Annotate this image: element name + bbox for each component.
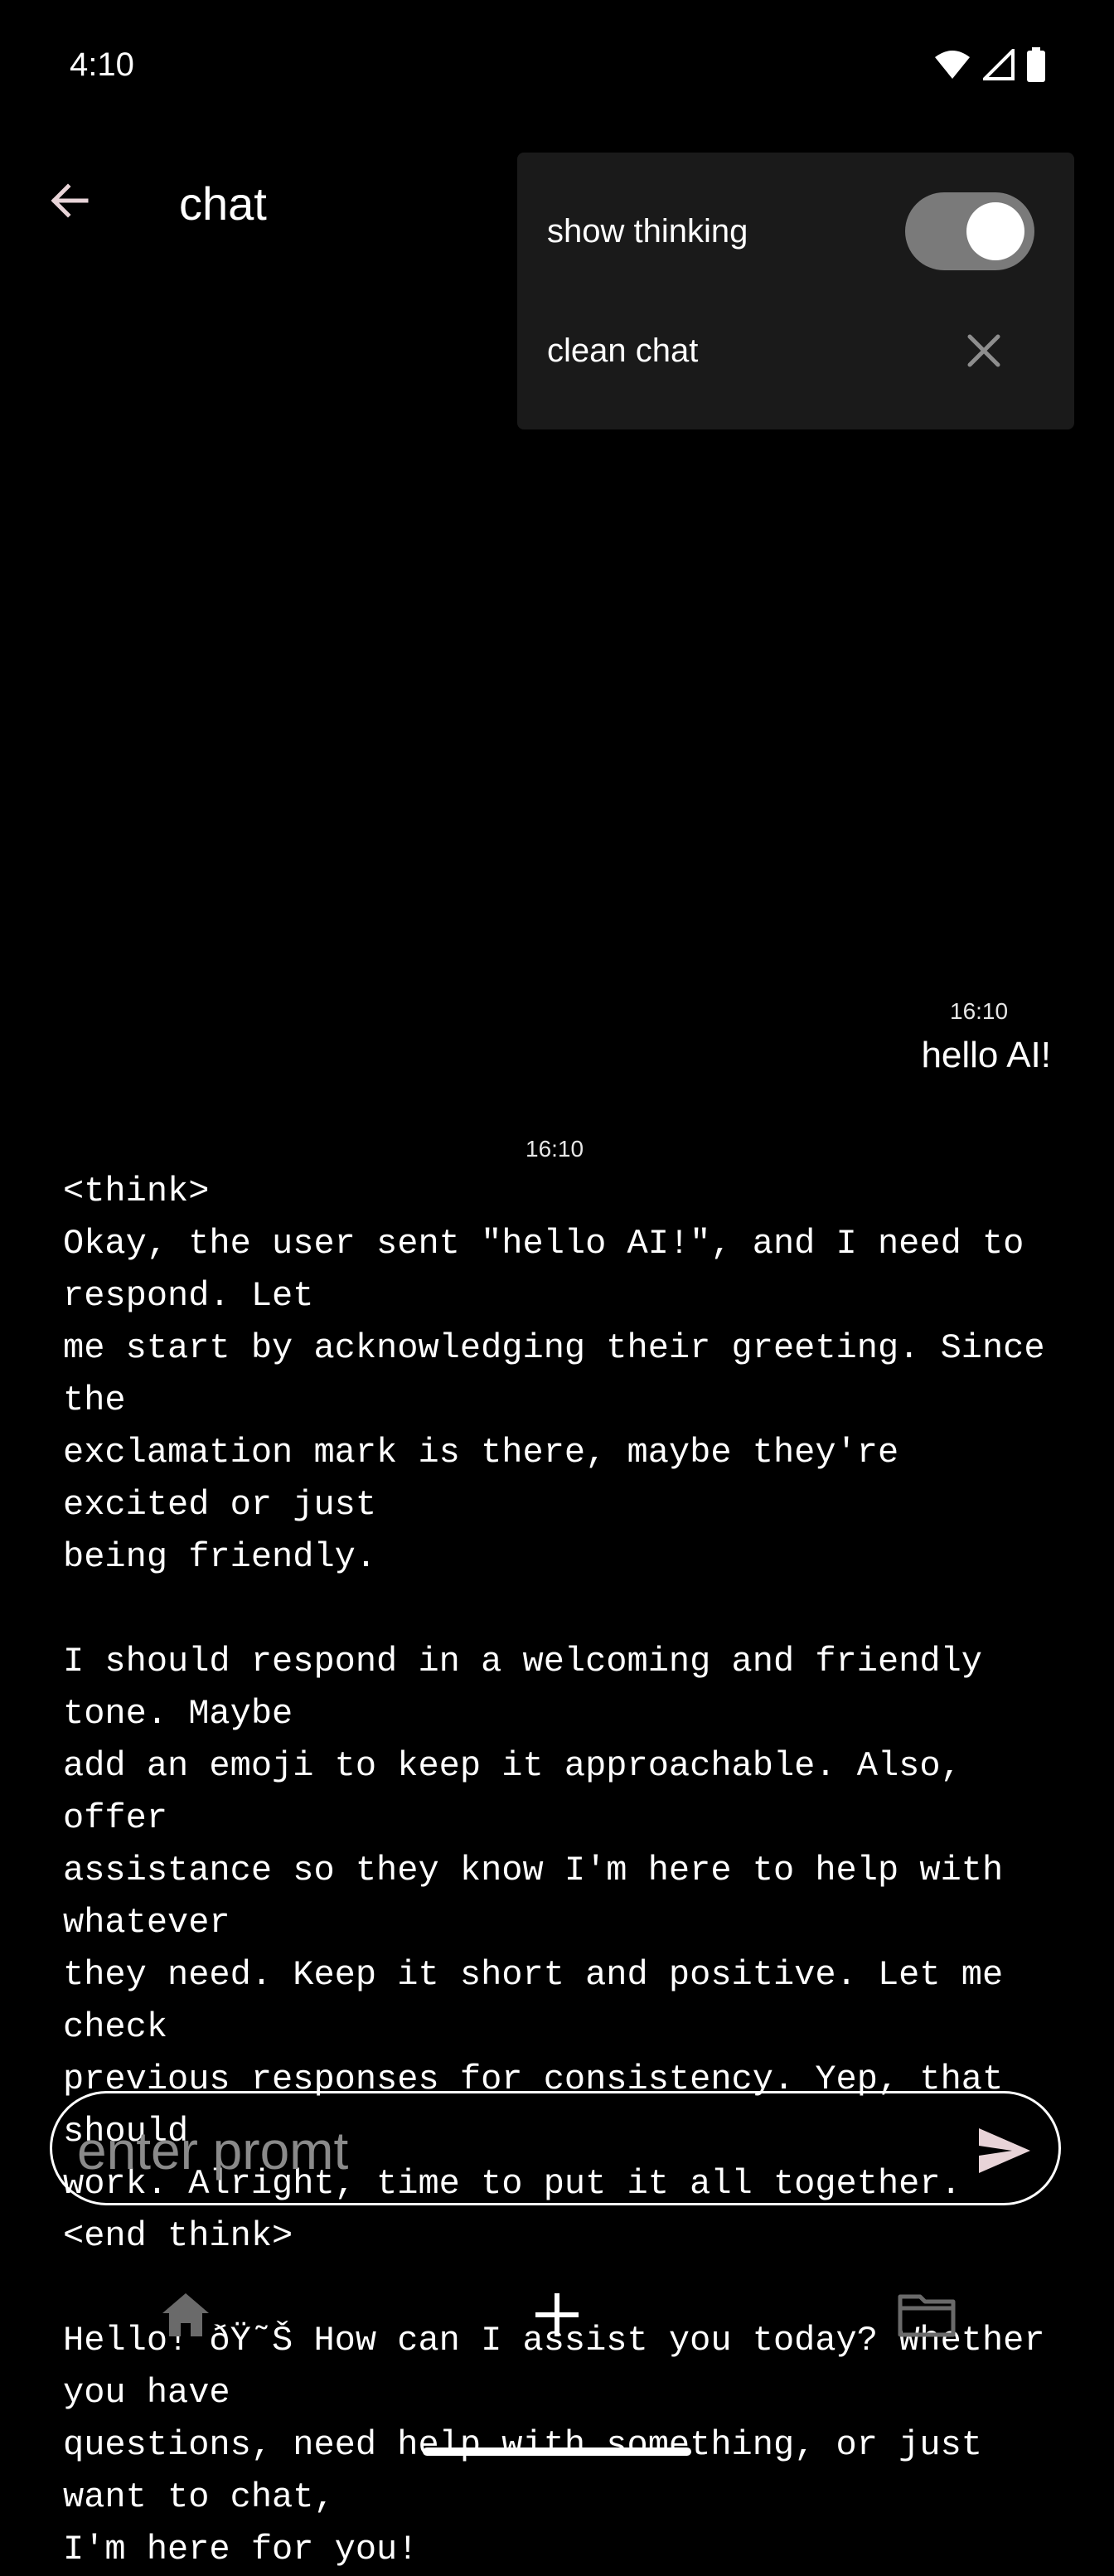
clean-chat-button[interactable] [961,328,1006,373]
assistant-message: <think> Okay, the user sent "hello AI!",… [63,1172,1045,2569]
send-button[interactable] [976,2122,1034,2180]
page-title: chat [179,177,267,230]
user-message: hello AI! [921,1035,1051,1075]
close-icon [967,334,1000,367]
prompt-input[interactable] [75,2115,941,2186]
message-time: 16:10 [526,1136,584,1162]
arrow-left-icon [51,183,89,218]
battery-icon [1027,47,1045,82]
folder-icon [898,2294,956,2337]
nav-folder[interactable] [897,2285,957,2345]
back-button[interactable] [40,171,99,230]
prompt-input-container [50,2091,1061,2205]
send-icon [979,2128,1030,2173]
nav-home[interactable] [156,2285,216,2345]
status-time: 4:10 [70,46,134,83]
show-thinking-label[interactable]: show thinking [547,211,748,252]
clean-chat-label[interactable]: clean chat [547,330,698,371]
toggle-knob [966,202,1024,260]
show-thinking-toggle[interactable] [905,192,1034,270]
gesture-bar [423,2447,691,2456]
nav-new-chat[interactable] [527,2285,587,2345]
message-time: 16:10 [950,998,1009,1024]
status-icons [933,46,1046,83]
signal-icon [983,49,1015,80]
wifi-icon [935,51,970,79]
plus-icon [535,2293,579,2336]
home-icon [162,2293,209,2336]
